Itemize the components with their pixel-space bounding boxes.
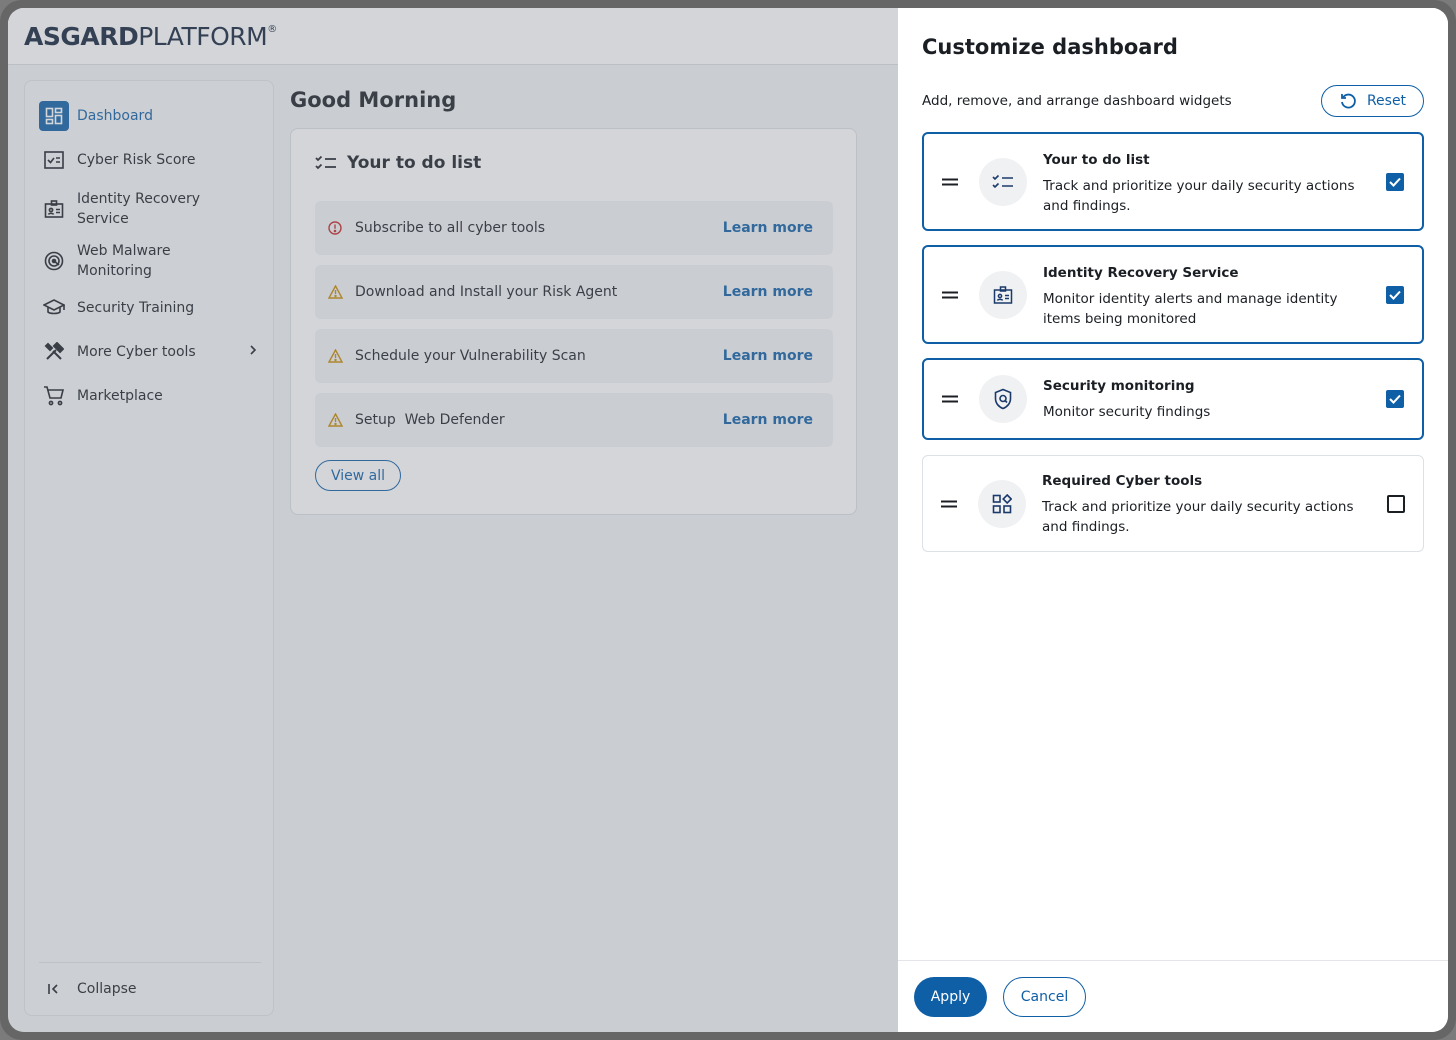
- widget-card-identity-recovery[interactable]: Identity Recovery Service Monitor identi…: [922, 245, 1424, 344]
- checklist-icon: [979, 157, 1027, 206]
- widget-description: Track and prioritize your daily security…: [1042, 499, 1354, 535]
- widget-card-todo[interactable]: Your to do list Track and prioritize you…: [922, 132, 1424, 231]
- widget-name: Identity Recovery Service: [1043, 265, 1239, 281]
- widget-description: Monitor identity alerts and manage ident…: [1043, 291, 1338, 327]
- drag-handle-icon[interactable]: [941, 500, 957, 508]
- checkmark-icon: [1389, 290, 1401, 300]
- widget-checkbox[interactable]: [1387, 494, 1405, 513]
- shield-icon: [979, 375, 1027, 423]
- drag-handle-icon[interactable]: [942, 291, 958, 299]
- apply-button[interactable]: Apply: [914, 977, 987, 1017]
- id-badge-icon: [979, 270, 1027, 319]
- customize-dashboard-drawer: Customize dashboard Add, remove, and arr…: [898, 8, 1448, 1032]
- widget-name: Required Cyber tools: [1042, 473, 1203, 489]
- checkmark-icon: [1389, 394, 1401, 404]
- drag-handle-icon[interactable]: [942, 178, 958, 186]
- cancel-button[interactable]: Cancel: [1003, 977, 1086, 1017]
- widget-card-security-monitoring[interactable]: Security monitoring Monitor security fin…: [922, 358, 1424, 440]
- widget-card-required-cyber-tools[interactable]: Required Cyber tools Track and prioritiz…: [922, 455, 1424, 552]
- reset-icon: [1339, 92, 1357, 110]
- widget-text: Required Cyber tools Track and prioritiz…: [1042, 473, 1372, 537]
- modal-scrim[interactable]: [8, 8, 898, 1032]
- widget-checkbox[interactable]: [1386, 172, 1404, 191]
- reset-label: Reset: [1366, 93, 1407, 109]
- drawer-title: Customize dashboard: [922, 35, 1178, 59]
- widget-text: Identity Recovery Service Monitor identi…: [1043, 265, 1373, 329]
- screen-frame: ASGARDPLATFORM® Dashboard Cyber Risk Sco…: [0, 0, 1456, 1040]
- widget-text: Security monitoring Monitor security fin…: [1043, 378, 1373, 422]
- checkmark-icon: [1389, 177, 1401, 187]
- widget-name: Security monitoring: [1043, 378, 1195, 394]
- app-window: ASGARDPLATFORM® Dashboard Cyber Risk Sco…: [8, 8, 1448, 1032]
- drawer-footer: Apply Cancel: [898, 960, 1448, 1032]
- drawer-subtitle: Add, remove, and arrange dashboard widge…: [922, 93, 1232, 109]
- drag-handle-icon[interactable]: [942, 395, 958, 403]
- widget-checkbox[interactable]: [1386, 390, 1404, 408]
- widget-description: Track and prioritize your daily security…: [1043, 178, 1355, 214]
- widget-checkbox[interactable]: [1386, 285, 1404, 304]
- apps-icon: [978, 479, 1026, 528]
- widget-name: Your to do list: [1043, 152, 1150, 168]
- reset-button[interactable]: Reset: [1321, 85, 1424, 117]
- widget-description: Monitor security findings: [1043, 404, 1211, 420]
- widget-text: Your to do list Track and prioritize you…: [1043, 152, 1373, 216]
